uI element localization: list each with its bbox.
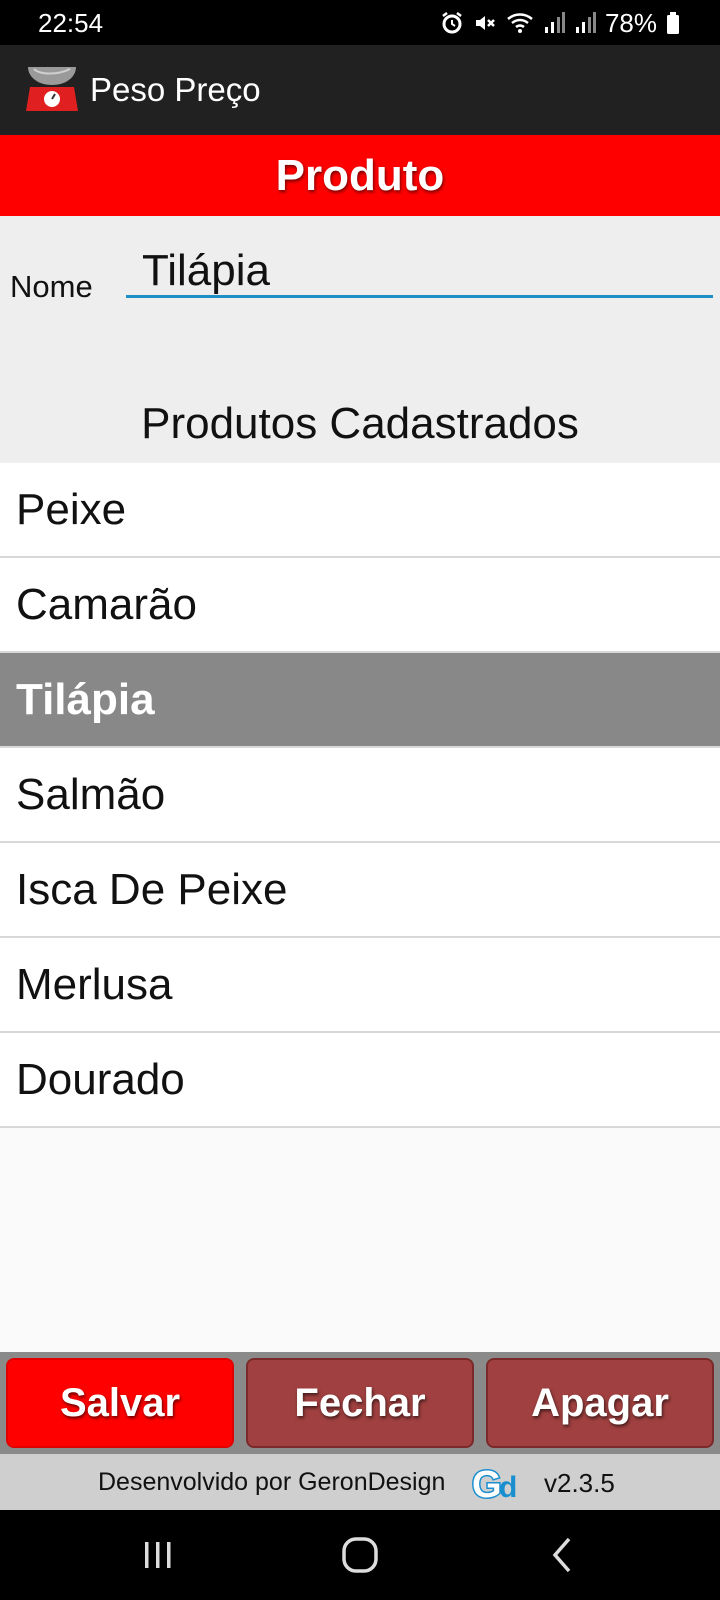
list-item[interactable]: Isca De Peixe — [0, 843, 720, 938]
svg-text:G: G — [472, 1464, 502, 1505]
list-item[interactable]: Salmão — [0, 748, 720, 843]
recent-apps-icon[interactable] — [128, 1530, 188, 1580]
status-icons: 78% — [440, 8, 680, 38]
status-bar: 22:54 78% — [0, 0, 720, 45]
battery-percent: 78% — [604, 7, 657, 38]
list-item[interactable]: Merlusa — [0, 938, 720, 1033]
name-label: Nome — [10, 269, 93, 304]
delete-button[interactable]: Apagar — [486, 1358, 714, 1448]
page-title: Produto — [0, 135, 720, 216]
list-title: Produtos Cadastrados — [141, 399, 579, 448]
battery-icon — [666, 11, 680, 35]
wifi-icon — [506, 11, 534, 35]
footer: Desenvolvido por GeronDesign G d v2.3.5 — [0, 1454, 720, 1510]
mute-icon — [473, 11, 497, 35]
list-item[interactable]: Peixe — [0, 463, 720, 558]
name-input[interactable] — [126, 246, 713, 298]
app-version: v2.3.5 — [544, 1468, 615, 1498]
svg-text:d: d — [499, 1471, 517, 1504]
list-item[interactable]: Dourado — [0, 1033, 720, 1128]
signal-icon — [543, 11, 565, 35]
app-title: Peso Preço — [90, 71, 261, 108]
screen: 22:54 78% Peso Preço Produto Nome Tilápi… — [0, 0, 720, 1600]
button-bar: Salvar Fechar Apagar — [0, 1352, 720, 1454]
product-list: Peixe Camarão Tilápia Salmão Isca De Pei… — [0, 463, 720, 1128]
footer-credit: Desenvolvido por GeronDesign — [98, 1468, 446, 1496]
alarm-icon — [440, 11, 464, 35]
kitchen-scale-icon — [24, 63, 80, 113]
system-nav-bar — [0, 1510, 720, 1600]
back-icon[interactable] — [532, 1530, 592, 1580]
status-time: 22:54 — [38, 8, 104, 38]
app-bar: Peso Preço — [0, 45, 720, 135]
product-form: Nome Produtos Cadastrados — [0, 216, 720, 463]
save-button[interactable]: Salvar — [6, 1358, 234, 1448]
list-item[interactable]: Camarão — [0, 558, 720, 653]
home-icon[interactable] — [330, 1530, 390, 1580]
close-button[interactable]: Fechar — [246, 1358, 474, 1448]
list-item-selected[interactable]: Tilápia — [0, 653, 720, 748]
gerondesign-logo-icon: G d — [470, 1459, 530, 1508]
signal-icon — [574, 11, 596, 35]
